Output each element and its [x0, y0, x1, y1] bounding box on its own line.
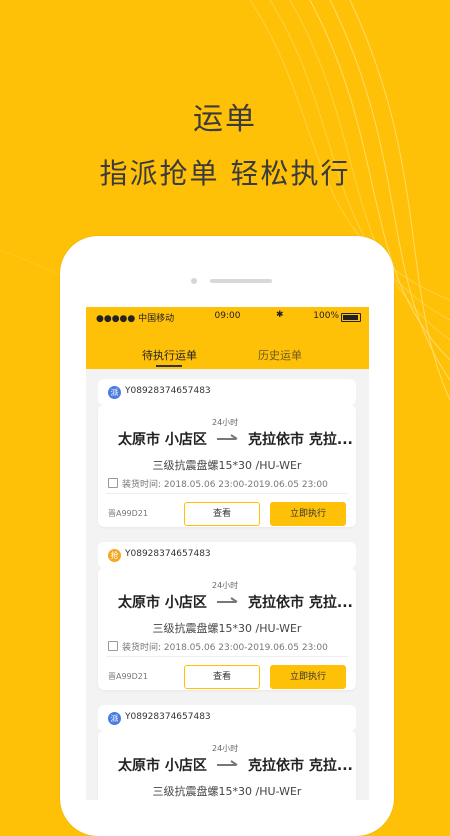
order-card[interactable]: 24小时 太原市 小店区 克拉依市 克拉... 三级抗震盘螺15*30 /HU-… — [98, 731, 356, 800]
promo-title: 运单 — [193, 102, 257, 137]
phone-camera-icon — [191, 278, 197, 284]
origin-city: 太原市 小店区 — [118, 758, 207, 774]
dispatch-badge-icon: 派 — [108, 386, 121, 399]
arrow-right-icon — [217, 434, 238, 440]
cargo-description: 三级抗震盘螺15*30 /HU-WEr — [152, 785, 302, 798]
battery-percent: 100% — [313, 311, 339, 321]
order-id-bar: 派 Y08928374657483 — [98, 379, 356, 405]
tab-history[interactable]: 历史运单 — [258, 347, 302, 363]
load-time: 装货时间: 2018.05.06 23:00-2019.06.05 23:00 — [122, 643, 328, 653]
route-duration: 24小时 — [212, 418, 239, 427]
calendar-icon — [108, 478, 118, 488]
view-button[interactable]: 查看 — [184, 502, 260, 526]
destination-city: 克拉依市 克拉... — [248, 595, 353, 611]
status-bar: ●●●●● 中国移动 09:00 ✱ 100% — [86, 307, 369, 327]
order-id: Y08928374657483 — [125, 712, 211, 722]
order-card[interactable]: 24小时 太原市 小店区 克拉依市 克拉... 三级抗震盘螺15*30 /HU-… — [98, 405, 356, 527]
app-screen: ●●●●● 中国移动 09:00 ✱ 100% 待执行运单 历史运单 派 Y08… — [86, 307, 369, 800]
order-id: Y08928374657483 — [125, 549, 211, 559]
phone-speaker — [210, 279, 272, 283]
cargo-description: 三级抗震盘螺15*30 /HU-WEr — [152, 459, 302, 472]
order-item[interactable]: 派 Y08928374657483 24小时 太原市 小店区 克拉依市 克拉..… — [98, 379, 358, 529]
route-duration: 24小时 — [212, 581, 239, 590]
load-time-row: 装货时间: 2018.05.06 23:00-2019.06.05 23:00 — [108, 477, 328, 490]
arrow-right-icon — [217, 760, 238, 766]
destination-city: 克拉依市 克拉... — [248, 432, 353, 448]
order-id: Y08928374657483 — [125, 386, 211, 396]
execute-now-button[interactable]: 立即执行 — [270, 665, 346, 689]
battery-icon — [341, 313, 361, 322]
order-id-bar: 抢 Y08928374657483 — [98, 542, 356, 568]
license-plate: 晋A99D21 — [108, 672, 148, 681]
bluetooth-icon: ✱ — [276, 310, 284, 320]
tab-indicator — [156, 365, 182, 367]
order-item[interactable]: 派 Y08928374657483 24小时 太原市 小店区 克拉依市 克拉..… — [98, 705, 358, 800]
divider — [106, 493, 348, 494]
grab-badge-icon: 抢 — [108, 549, 121, 562]
view-button[interactable]: 查看 — [184, 665, 260, 689]
tab-pending[interactable]: 待执行运单 — [142, 347, 197, 363]
dispatch-badge-icon: 派 — [108, 712, 121, 725]
divider — [106, 656, 348, 657]
promo-subtitle: 指派抢单 轻松执行 — [99, 157, 351, 190]
tab-bar: 待执行运单 历史运单 — [86, 343, 369, 369]
origin-city: 太原市 小店区 — [118, 432, 207, 448]
cargo-description: 三级抗震盘螺15*30 /HU-WEr — [152, 622, 302, 635]
origin-city: 太原市 小店区 — [118, 595, 207, 611]
order-card[interactable]: 24小时 太原市 小店区 克拉依市 克拉... 三级抗震盘螺15*30 /HU-… — [98, 568, 356, 690]
destination-city: 克拉依市 克拉... — [248, 758, 353, 774]
order-item[interactable]: 抢 Y08928374657483 24小时 太原市 小店区 克拉依市 克拉..… — [98, 542, 358, 692]
load-time-row: 装货时间: 2018.05.06 23:00-2019.06.05 23:00 — [108, 640, 328, 653]
arrow-right-icon — [217, 597, 238, 603]
calendar-icon — [108, 641, 118, 651]
execute-now-button[interactable]: 立即执行 — [270, 502, 346, 526]
app-header: ●●●●● 中国移动 09:00 ✱ 100% 待执行运单 历史运单 — [86, 307, 369, 369]
license-plate: 晋A99D21 — [108, 509, 148, 518]
route-duration: 24小时 — [212, 744, 239, 753]
order-id-bar: 派 Y08928374657483 — [98, 705, 356, 731]
load-time: 装货时间: 2018.05.06 23:00-2019.06.05 23:00 — [122, 480, 328, 490]
